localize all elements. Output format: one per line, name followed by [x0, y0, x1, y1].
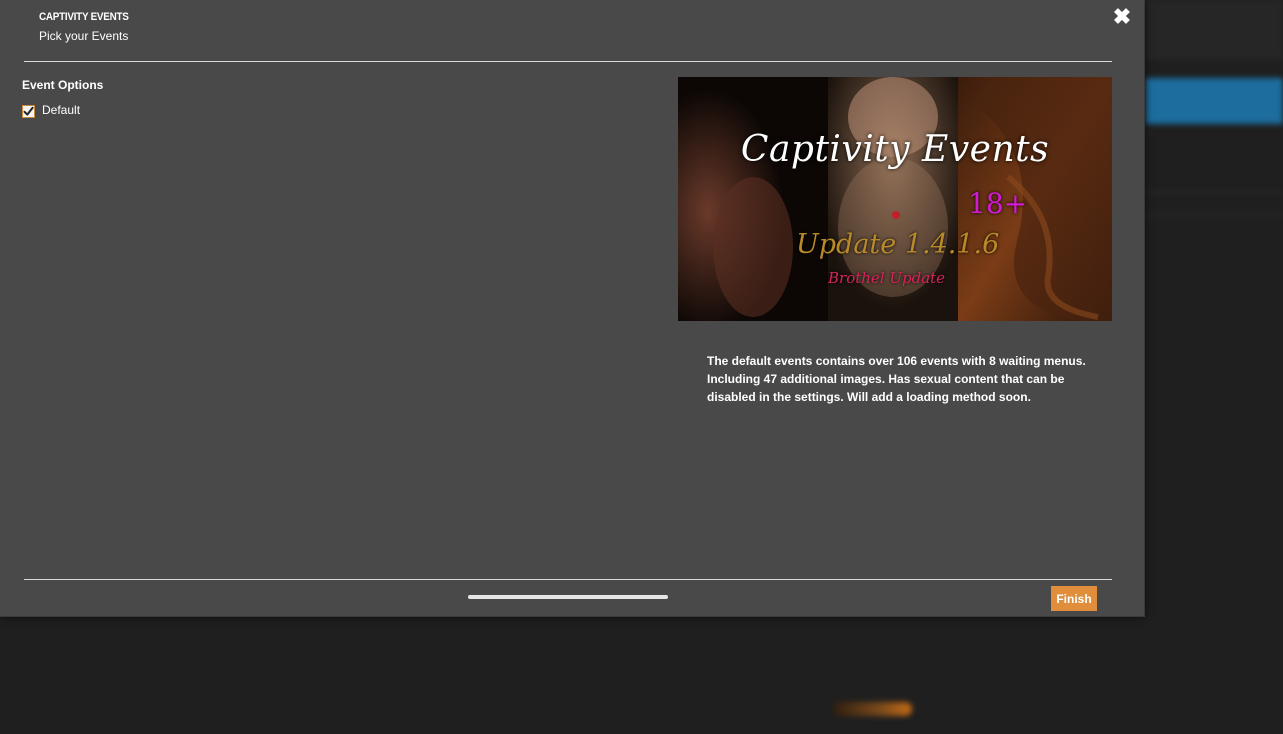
background-topbar: [1145, 0, 1283, 60]
event-description: The default events contains over 106 eve…: [707, 354, 1086, 404]
checkmark-icon: [23, 106, 34, 116]
background-divider: [1145, 214, 1283, 215]
option-default[interactable]: Default: [22, 101, 80, 119]
background-divider: [1145, 192, 1283, 193]
close-icon[interactable]: ✖: [1111, 6, 1133, 28]
background-trending-icon: [832, 702, 912, 716]
background-info-banner: [1145, 78, 1283, 124]
mod-preview-image: Captivity Events 18+ Update 1.4.1.6 Brot…: [678, 77, 1112, 321]
footer-divider: [24, 579, 1112, 580]
header-divider: [24, 61, 1112, 62]
finish-button[interactable]: Finish: [1051, 586, 1097, 611]
event-picker-dialog: CAPTIVITY EVENTS Pick your Events ✖ Even…: [0, 0, 1145, 617]
preview-subtitle: Brothel Update: [828, 269, 946, 287]
preview-title: Captivity Events: [740, 129, 1050, 170]
default-option-label: Default: [42, 103, 81, 117]
preview-rating: 18+: [968, 187, 1028, 220]
default-checkbox[interactable]: [22, 104, 35, 118]
scroll-indicator[interactable]: [468, 595, 668, 599]
dialog-subtitle: Pick your Events: [39, 29, 129, 43]
dialog-title: CAPTIVITY EVENTS: [39, 11, 129, 23]
event-options-heading: Event Options: [22, 78, 104, 92]
preview-version: Update 1.4.1.6: [796, 229, 1000, 260]
